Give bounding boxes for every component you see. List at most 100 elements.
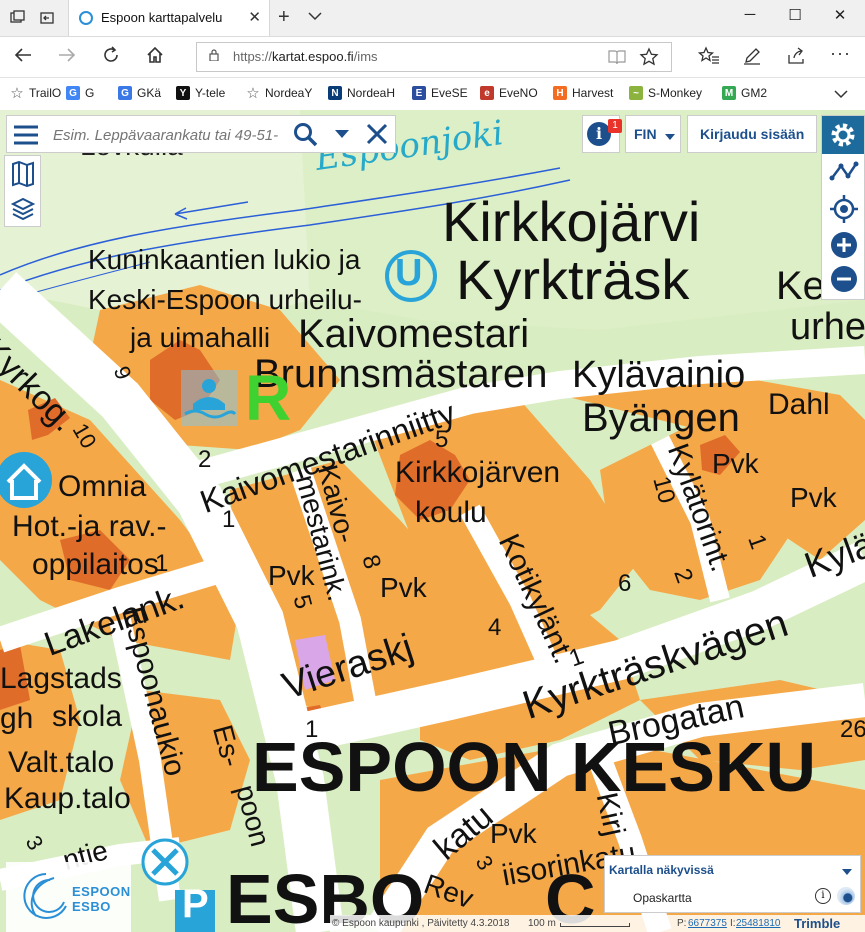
layer-info-icon[interactable]: i xyxy=(815,888,831,904)
favorites-bar-chevron-icon[interactable] xyxy=(834,86,848,104)
map-book-icon[interactable] xyxy=(11,160,35,192)
back-icon[interactable] xyxy=(8,45,38,71)
bookmark-trailo[interactable]: ☆ TrailO xyxy=(10,85,62,102)
maps-icon: M xyxy=(722,86,736,100)
login-button[interactable]: Kirjaudu sisään xyxy=(687,115,817,153)
bookmark-label: Y-tele xyxy=(195,86,226,100)
search-input[interactable] xyxy=(51,122,295,148)
map-label-pvk: Pvk xyxy=(712,448,759,479)
map-label-dahl: Dahl xyxy=(768,388,830,421)
bookmark-label: S-Monkey xyxy=(648,86,703,100)
map-label-valt: Valt.talo xyxy=(8,746,115,779)
favorites-hub-icon[interactable] xyxy=(697,46,720,71)
url-text: https://kartat.espoo.fi/ims xyxy=(233,49,378,64)
measure-icon[interactable] xyxy=(829,160,859,191)
map-label-number: 26 xyxy=(840,716,865,743)
map-label-u: U xyxy=(395,252,423,294)
search-options-chevron-icon[interactable] xyxy=(333,127,351,146)
coord-i-label: I: xyxy=(730,918,736,929)
close-window-icon[interactable]: ✕ xyxy=(818,6,862,24)
map-label-lukio-3: ja uimahalli xyxy=(130,322,271,353)
hamburger-menu-icon[interactable] xyxy=(13,124,39,151)
bookmark-label: GKä xyxy=(137,86,162,100)
coord-i-value[interactable]: 25481810 xyxy=(736,918,781,929)
bookmark-g[interactable]: GG xyxy=(66,86,94,100)
bookmark-nordeay[interactable]: ☆ NordeaY xyxy=(246,85,313,102)
map-label-ke: Ke xyxy=(776,264,825,308)
layer-panel-collapse-icon[interactable] xyxy=(841,864,853,882)
settings-button[interactable] xyxy=(822,116,864,154)
map-label-lukio-1: Kuninkaantien lukio ja xyxy=(88,244,361,275)
bookmark-s-monkey[interactable]: ~ S-Monkey xyxy=(629,86,702,100)
locate-me-icon[interactable] xyxy=(829,194,859,229)
bookmark-harvest[interactable]: H Harvest xyxy=(553,86,613,100)
map-label-number: 1 xyxy=(305,716,319,743)
favorite-star-icon[interactable] xyxy=(639,47,659,72)
map-label-number: 6 xyxy=(618,570,632,597)
layers-icon[interactable] xyxy=(10,196,36,227)
tab-list-chevron-icon[interactable] xyxy=(308,9,322,24)
coord-p-value[interactable]: 6677375 xyxy=(688,918,727,929)
search-icon[interactable] xyxy=(293,122,319,153)
logo-text-espoon: ESPOON xyxy=(72,884,131,899)
set-aside-tabs-icon[interactable] xyxy=(36,8,58,28)
more-menu-icon[interactable]: ··· xyxy=(830,43,851,64)
map-label-pvk: Pvk xyxy=(380,572,427,603)
url-field[interactable]: https://kartat.espoo.fi/ims xyxy=(196,42,672,72)
bookmark-nordeah[interactable]: N NordeaH xyxy=(328,86,395,100)
layer-opacity-icon[interactable] xyxy=(837,887,855,905)
visible-layers-panel: Kartalla näkyvissä Opaskartta i xyxy=(604,855,861,913)
bookmark-eveno[interactable]: e EveNO xyxy=(480,86,538,100)
harvest-icon: H xyxy=(553,86,567,100)
map-label-number: 5 xyxy=(435,426,449,453)
zoom-out-icon[interactable] xyxy=(829,264,859,299)
map-label-kirj: Kirj xyxy=(589,789,631,839)
bookmark-label: TrailO xyxy=(29,86,62,100)
clear-search-icon[interactable] xyxy=(365,122,389,151)
bookmark-y-tele[interactable]: Y Y-tele xyxy=(176,86,225,100)
parking-label-p: P xyxy=(182,882,209,926)
map-canvas[interactable]: Lovkulla Espoonjoki Kirkkojärvi Kyrkträs… xyxy=(0,110,865,932)
map-label-kylavainio: Kylävainio xyxy=(572,354,746,396)
map-label-kaup: Kaup.talo xyxy=(4,782,131,815)
login-label: Kirjaudu sisään xyxy=(700,126,805,142)
home-icon[interactable] xyxy=(140,45,170,71)
bookmark-label: NordeaY xyxy=(265,86,313,100)
map-label-oppilaitos: oppilaitos xyxy=(32,548,159,581)
reading-view-icon[interactable] xyxy=(607,48,627,71)
info-button[interactable]: i 1 xyxy=(582,115,622,153)
share-icon[interactable] xyxy=(786,46,806,71)
minimize-icon[interactable]: ─ xyxy=(728,6,772,23)
tab-actions-icon[interactable] xyxy=(6,8,28,28)
bookmark-gk-[interactable]: G GKä xyxy=(118,86,161,100)
google-icon: G xyxy=(66,86,80,100)
gear-icon xyxy=(831,123,855,147)
map-label-number: 1 xyxy=(222,506,236,533)
map-controls-panel xyxy=(821,115,865,300)
eve-icon: E xyxy=(412,86,426,100)
map-label-number: 4 xyxy=(488,614,502,641)
bookmark-evese[interactable]: E EveSE xyxy=(412,86,468,100)
layer-name[interactable]: Opaskartta xyxy=(633,891,692,905)
map-footer: © Espoon kaupunki , Päivitetty 4.3.2018 … xyxy=(330,915,865,932)
refresh-icon[interactable] xyxy=(96,45,126,71)
active-tab[interactable]: Espoon karttapalvelu ✕ xyxy=(68,0,270,36)
new-tab-icon[interactable]: + xyxy=(278,6,290,29)
bookmark-label: EveNO xyxy=(499,86,538,100)
map-label-brunnsmastaren: Brunnsmästaren xyxy=(254,352,548,396)
lock-icon xyxy=(209,49,219,61)
zoom-in-icon[interactable] xyxy=(829,230,859,265)
bookmark-gm2[interactable]: M GM2 xyxy=(722,86,767,100)
map-label-kirkkojarvi: Kirkkojärvi xyxy=(442,190,701,253)
tab-title: Espoon karttapalvelu xyxy=(101,10,223,25)
language-selector[interactable]: FIN xyxy=(625,115,681,153)
web-note-icon[interactable] xyxy=(742,46,762,71)
browser-tab-bar: Espoon karttapalvelu ✕ + ─ ☐ ✕ xyxy=(0,0,865,37)
map-label-kirkkojarven: Kirkkojärven xyxy=(395,456,561,489)
espoo-logo: ESPOON ESBO xyxy=(6,862,131,932)
maximize-icon[interactable]: ☐ xyxy=(773,6,817,24)
forward-icon[interactable] xyxy=(52,45,82,71)
bookmark-label: Harvest xyxy=(572,86,614,100)
scale-bar xyxy=(560,923,630,927)
close-tab-icon[interactable]: ✕ xyxy=(248,8,261,26)
